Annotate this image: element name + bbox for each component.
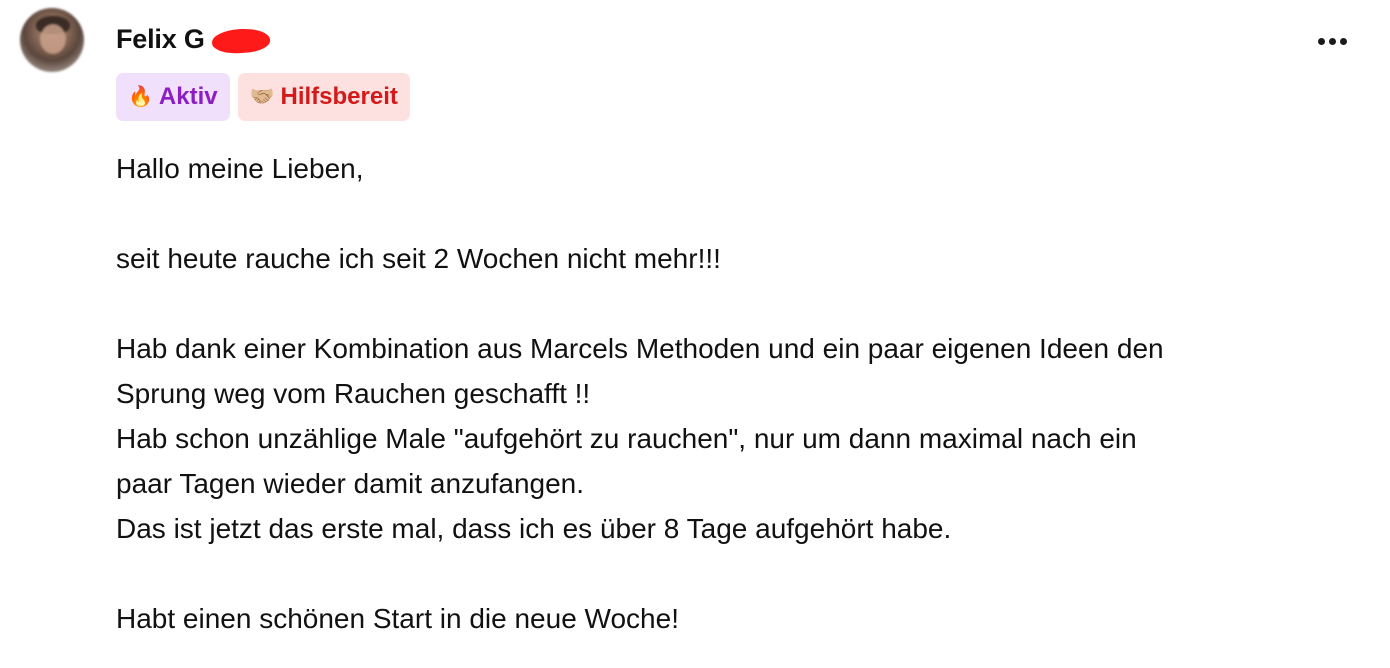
badge-label: Hilfsbereit (280, 83, 398, 110)
handshake-icon: 🤝🏼 (249, 86, 275, 108)
post-body: Hallo meine Lieben, seit heute rauche ic… (116, 146, 1356, 641)
name-redaction-mark (211, 27, 271, 55)
more-horizontal-icon (1317, 37, 1325, 45)
badge-aktiv[interactable]: 🔥 Aktiv (116, 73, 230, 121)
author-name[interactable]: Felix G (116, 24, 205, 55)
user-badges: 🔥 Aktiv 🤝🏼 Hilfsbereit (116, 73, 410, 121)
post-paragraph: Habt einen schönen Start in die neue Woc… (116, 603, 679, 634)
badge-label: Aktiv (158, 83, 218, 110)
more-horizontal-icon-dot-3 (1339, 37, 1347, 45)
post-paragraph: Hallo meine Lieben, (116, 153, 364, 184)
fire-icon: 🔥 (128, 86, 153, 108)
more-horizontal-icon-dot-2 (1328, 37, 1336, 45)
avatar-face (40, 24, 66, 54)
more-options-button[interactable] (1310, 26, 1354, 56)
post-paragraph: seit heute rauche ich seit 2 Wochen nich… (116, 243, 721, 274)
post-paragraph: Hab dank einer Kombination aus Marcels M… (116, 333, 1164, 544)
avatar[interactable] (20, 8, 84, 72)
badge-hilfsbereit[interactable]: 🤝🏼 Hilfsbereit (237, 73, 410, 121)
